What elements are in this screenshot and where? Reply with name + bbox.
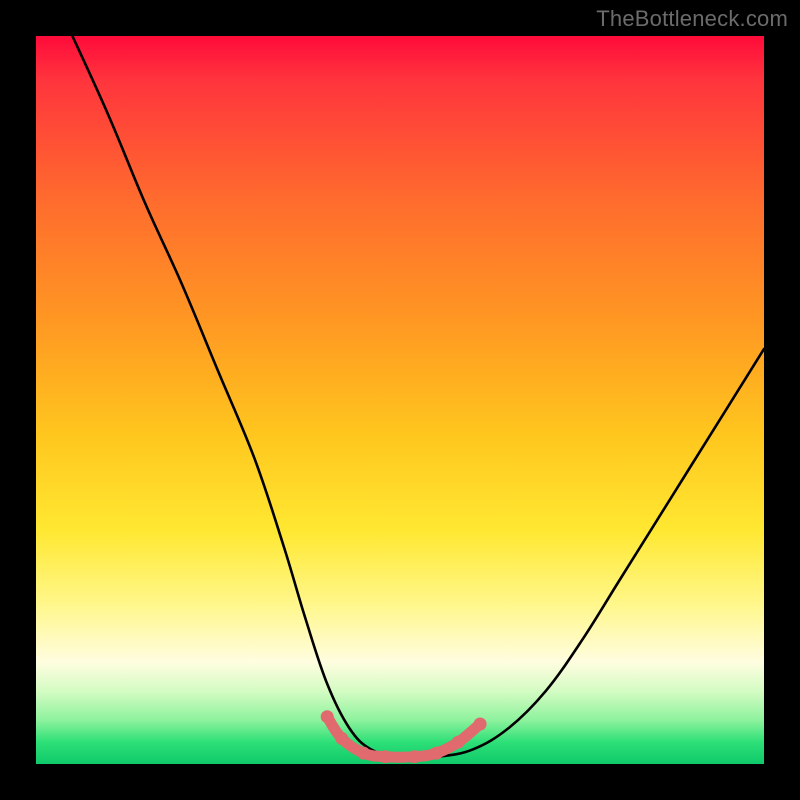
trough-marker-dot bbox=[408, 750, 421, 763]
curve-layer bbox=[36, 36, 764, 764]
trough-marker-dot bbox=[474, 718, 487, 731]
bottleneck-curve bbox=[72, 36, 764, 758]
trough-marker-dot bbox=[357, 747, 370, 760]
trough-marker-dot bbox=[452, 736, 465, 749]
trough-marker-dot bbox=[430, 747, 443, 760]
watermark-text: TheBottleneck.com bbox=[596, 6, 788, 32]
trough-marker-dot bbox=[321, 710, 334, 723]
chart-frame: TheBottleneck.com bbox=[0, 0, 800, 800]
trough-marker-dot bbox=[335, 732, 348, 745]
plot-area bbox=[36, 36, 764, 764]
trough-marker-dot bbox=[379, 750, 392, 763]
